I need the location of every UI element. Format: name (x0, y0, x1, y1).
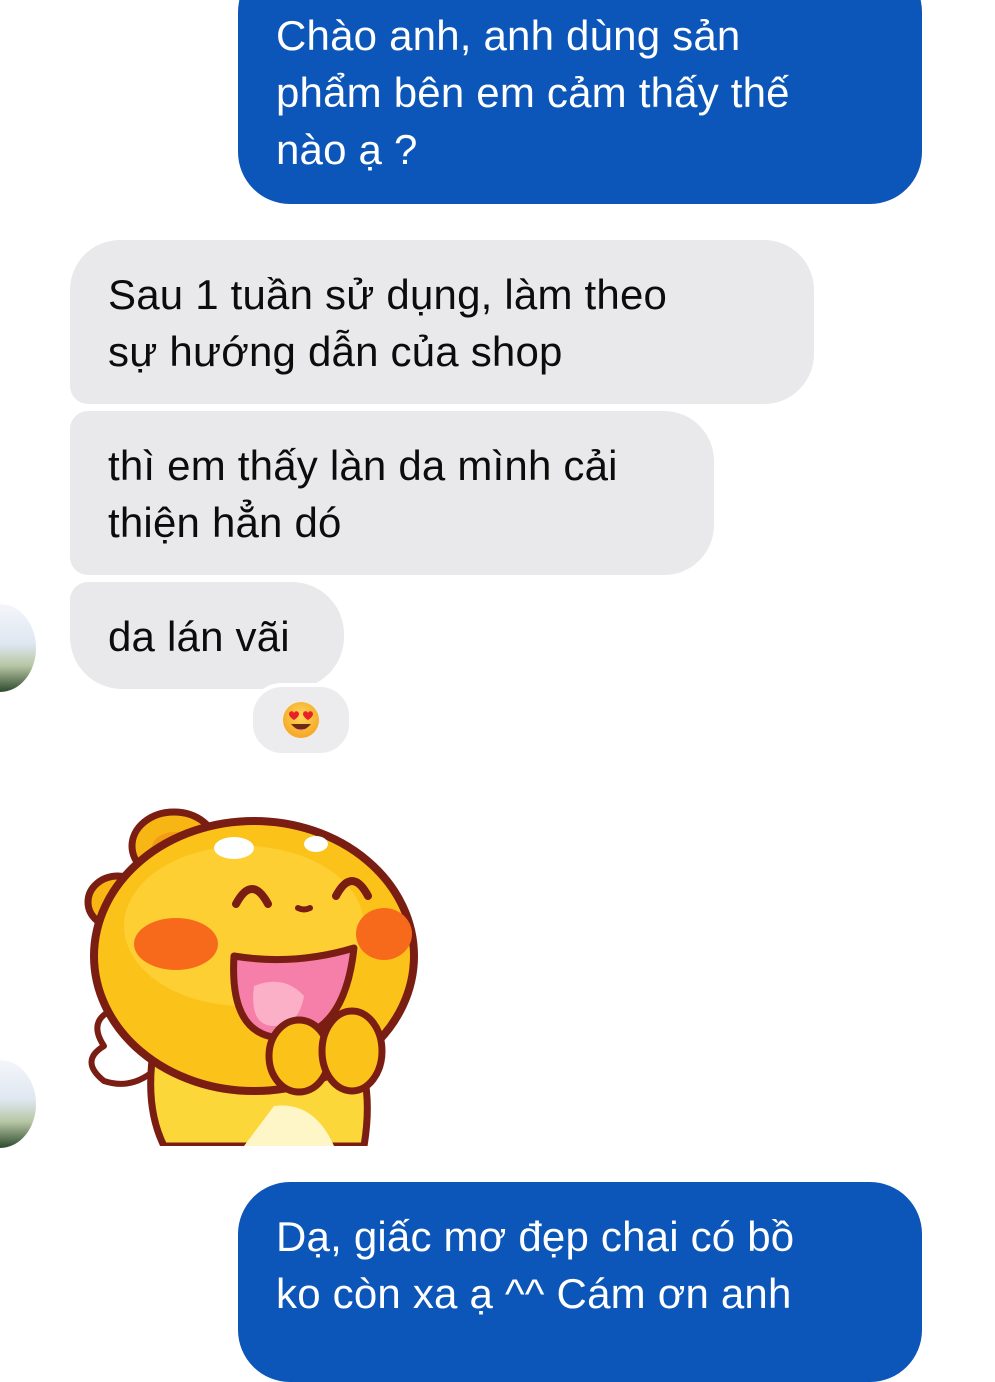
message-text-line: thì em thấy làn da mình cải (108, 442, 618, 489)
outgoing-message-bubble[interactable]: Dạ, giấc mơ đẹp chai có bồ ko còn xa ạ ^… (238, 1182, 922, 1382)
sender-avatar[interactable] (0, 604, 36, 692)
message-text-line: Dạ, giấc mơ đẹp chai có bồ (276, 1213, 795, 1260)
message-reaction[interactable] (249, 683, 353, 757)
message-text-line: thiện hẳn dó (108, 499, 342, 546)
message-text-line: Chào anh, anh dùng sản (276, 12, 741, 59)
message-text-line: sự hướng dẫn của shop (108, 328, 563, 375)
happy-yellow-bear-sticker-icon (84, 808, 418, 1150)
outgoing-message-bubble[interactable]: Chào anh, anh dùng sản phẩm bên em cảm t… (238, 0, 922, 204)
message-text-line: phẩm bên em cảm thấy thế (276, 69, 790, 116)
message-text-line: da lán vãi (108, 613, 290, 660)
message-text-line: Sau 1 tuần sử dụng, làm theo (108, 271, 668, 318)
chat-thread: Chào anh, anh dùng sản phẩm bên em cảm t… (0, 0, 995, 1382)
incoming-message-bubble[interactable]: da lán vãi (70, 582, 344, 689)
incoming-message-bubble[interactable]: Sau 1 tuần sử dụng, làm theo sự hướng dẫ… (70, 240, 814, 404)
message-text-line: ko còn xa ạ ^^ Cám ơn anh (276, 1270, 792, 1317)
incoming-message-bubble[interactable]: thì em thấy làn da mình cải thiện hẳn dó (70, 411, 714, 575)
message-text-line: nào ạ ? (276, 126, 418, 173)
sticker[interactable] (84, 806, 424, 1150)
heart-eyes-emoji-icon (283, 702, 319, 738)
sender-avatar[interactable] (0, 1060, 36, 1148)
